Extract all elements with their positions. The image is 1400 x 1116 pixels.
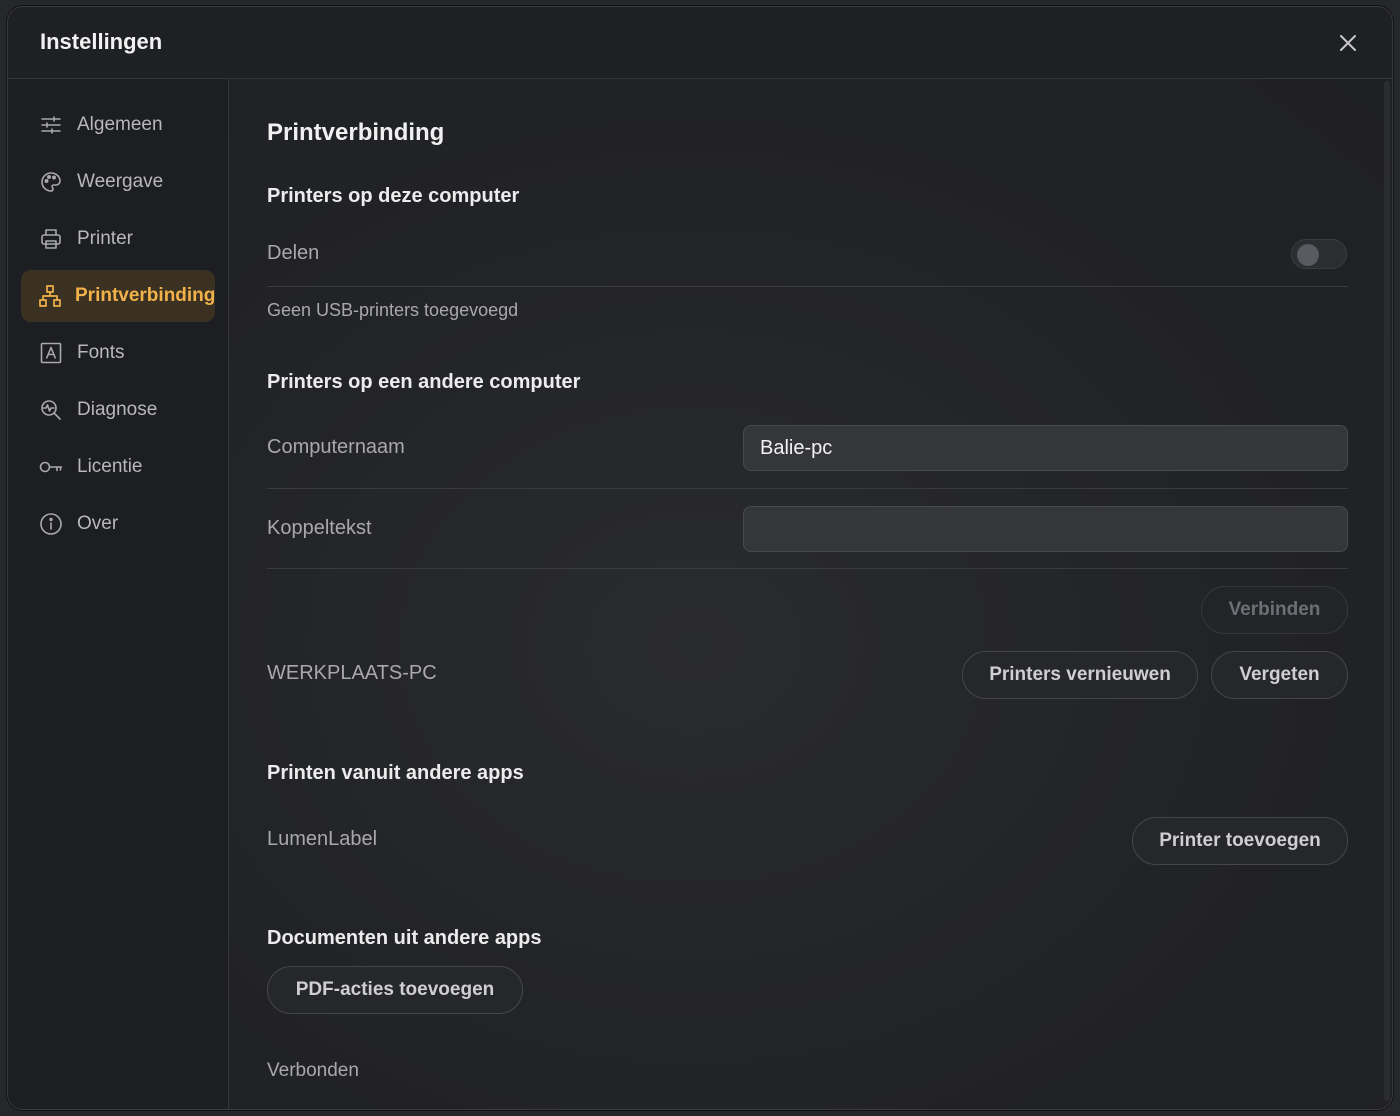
connect-button[interactable]: Verbinden <box>1201 586 1348 634</box>
sidebar-item-label: Printer <box>77 228 133 249</box>
linked-computer-name: WERKPLAATS-PC <box>267 662 437 684</box>
divider <box>267 286 1348 287</box>
network-icon <box>38 283 62 309</box>
share-label: Delen <box>267 242 320 264</box>
divider <box>267 488 1348 489</box>
settings-dialog: Instellingen Algemeen Weergave Printer P… <box>7 6 1393 1110</box>
empty-usb-text: Geen USB-printers toegevoegd <box>267 300 519 320</box>
add-pdf-actions-button[interactable]: PDF-acties toevoegen <box>267 966 523 1014</box>
add-printer-button[interactable]: Printer toevoegen <box>1132 817 1348 865</box>
sidebar-item-over[interactable]: Over <box>21 498 215 550</box>
toggle-knob <box>1297 244 1319 266</box>
settings-content: Printverbinding Printers op deze compute… <box>229 79 1392 1109</box>
sidebar-item-label: Algemeen <box>77 114 163 135</box>
sidebar-item-label: Weergave <box>77 171 164 192</box>
close-button[interactable] <box>1334 29 1362 57</box>
computer-name-input[interactable] <box>743 425 1348 471</box>
sidebar-item-diagnose[interactable]: Diagnose <box>21 384 215 436</box>
sidebar-item-weergave[interactable]: Weergave <box>21 156 215 208</box>
info-icon <box>38 511 64 537</box>
dialog-title: Instellingen <box>40 29 163 54</box>
pair-code-label: Koppeltekst <box>267 517 372 539</box>
key-icon <box>38 454 64 480</box>
refresh-printers-button[interactable]: Printers vernieuwen <box>962 651 1198 699</box>
share-toggle[interactable] <box>1291 239 1347 269</box>
content-scrollbar[interactable] <box>1384 81 1390 1101</box>
palette-icon <box>38 169 64 195</box>
sliders-icon <box>38 112 64 138</box>
page-title: Printverbinding <box>267 119 445 146</box>
sidebar-item-licentie[interactable]: Licentie <box>21 441 215 493</box>
printer-icon <box>38 226 64 252</box>
forget-button[interactable]: Vergeten <box>1211 651 1348 699</box>
divider <box>267 568 1348 569</box>
sidebar-item-printer[interactable]: Printer <box>21 213 215 265</box>
sidebar-item-label: Licentie <box>77 456 143 477</box>
section-heading-apps: Printen vanuit andere apps <box>267 762 524 784</box>
close-icon <box>1340 35 1356 51</box>
sidebar-item-label: Diagnose <box>77 399 158 420</box>
sidebar-item-label: Over <box>77 513 119 534</box>
diagnose-icon <box>38 397 64 423</box>
section-heading-remote: Printers op een andere computer <box>267 371 581 393</box>
sidebar-item-printverbinding[interactable]: Printverbinding <box>21 270 215 322</box>
app-name: LumenLabel <box>267 828 378 850</box>
computer-name-label: Computernaam <box>267 436 405 458</box>
pair-code-input[interactable] <box>743 506 1348 552</box>
sidebar-item-label: Fonts <box>77 342 125 363</box>
sidebar-item-algemeen[interactable]: Algemeen <box>21 99 215 151</box>
sidebar-item-label: Printverbinding <box>75 285 216 306</box>
section-heading-local: Printers op deze computer <box>267 185 520 207</box>
section-heading-documents: Documenten uit andere apps <box>267 927 542 949</box>
sidebar-item-fonts[interactable]: Fonts <box>21 327 215 379</box>
settings-sidebar: Algemeen Weergave Printer Printverbindin… <box>8 79 229 1109</box>
font-icon <box>38 340 64 366</box>
dialog-header: Instellingen <box>8 7 1392 79</box>
connection-status: Verbonden <box>267 1060 359 1081</box>
